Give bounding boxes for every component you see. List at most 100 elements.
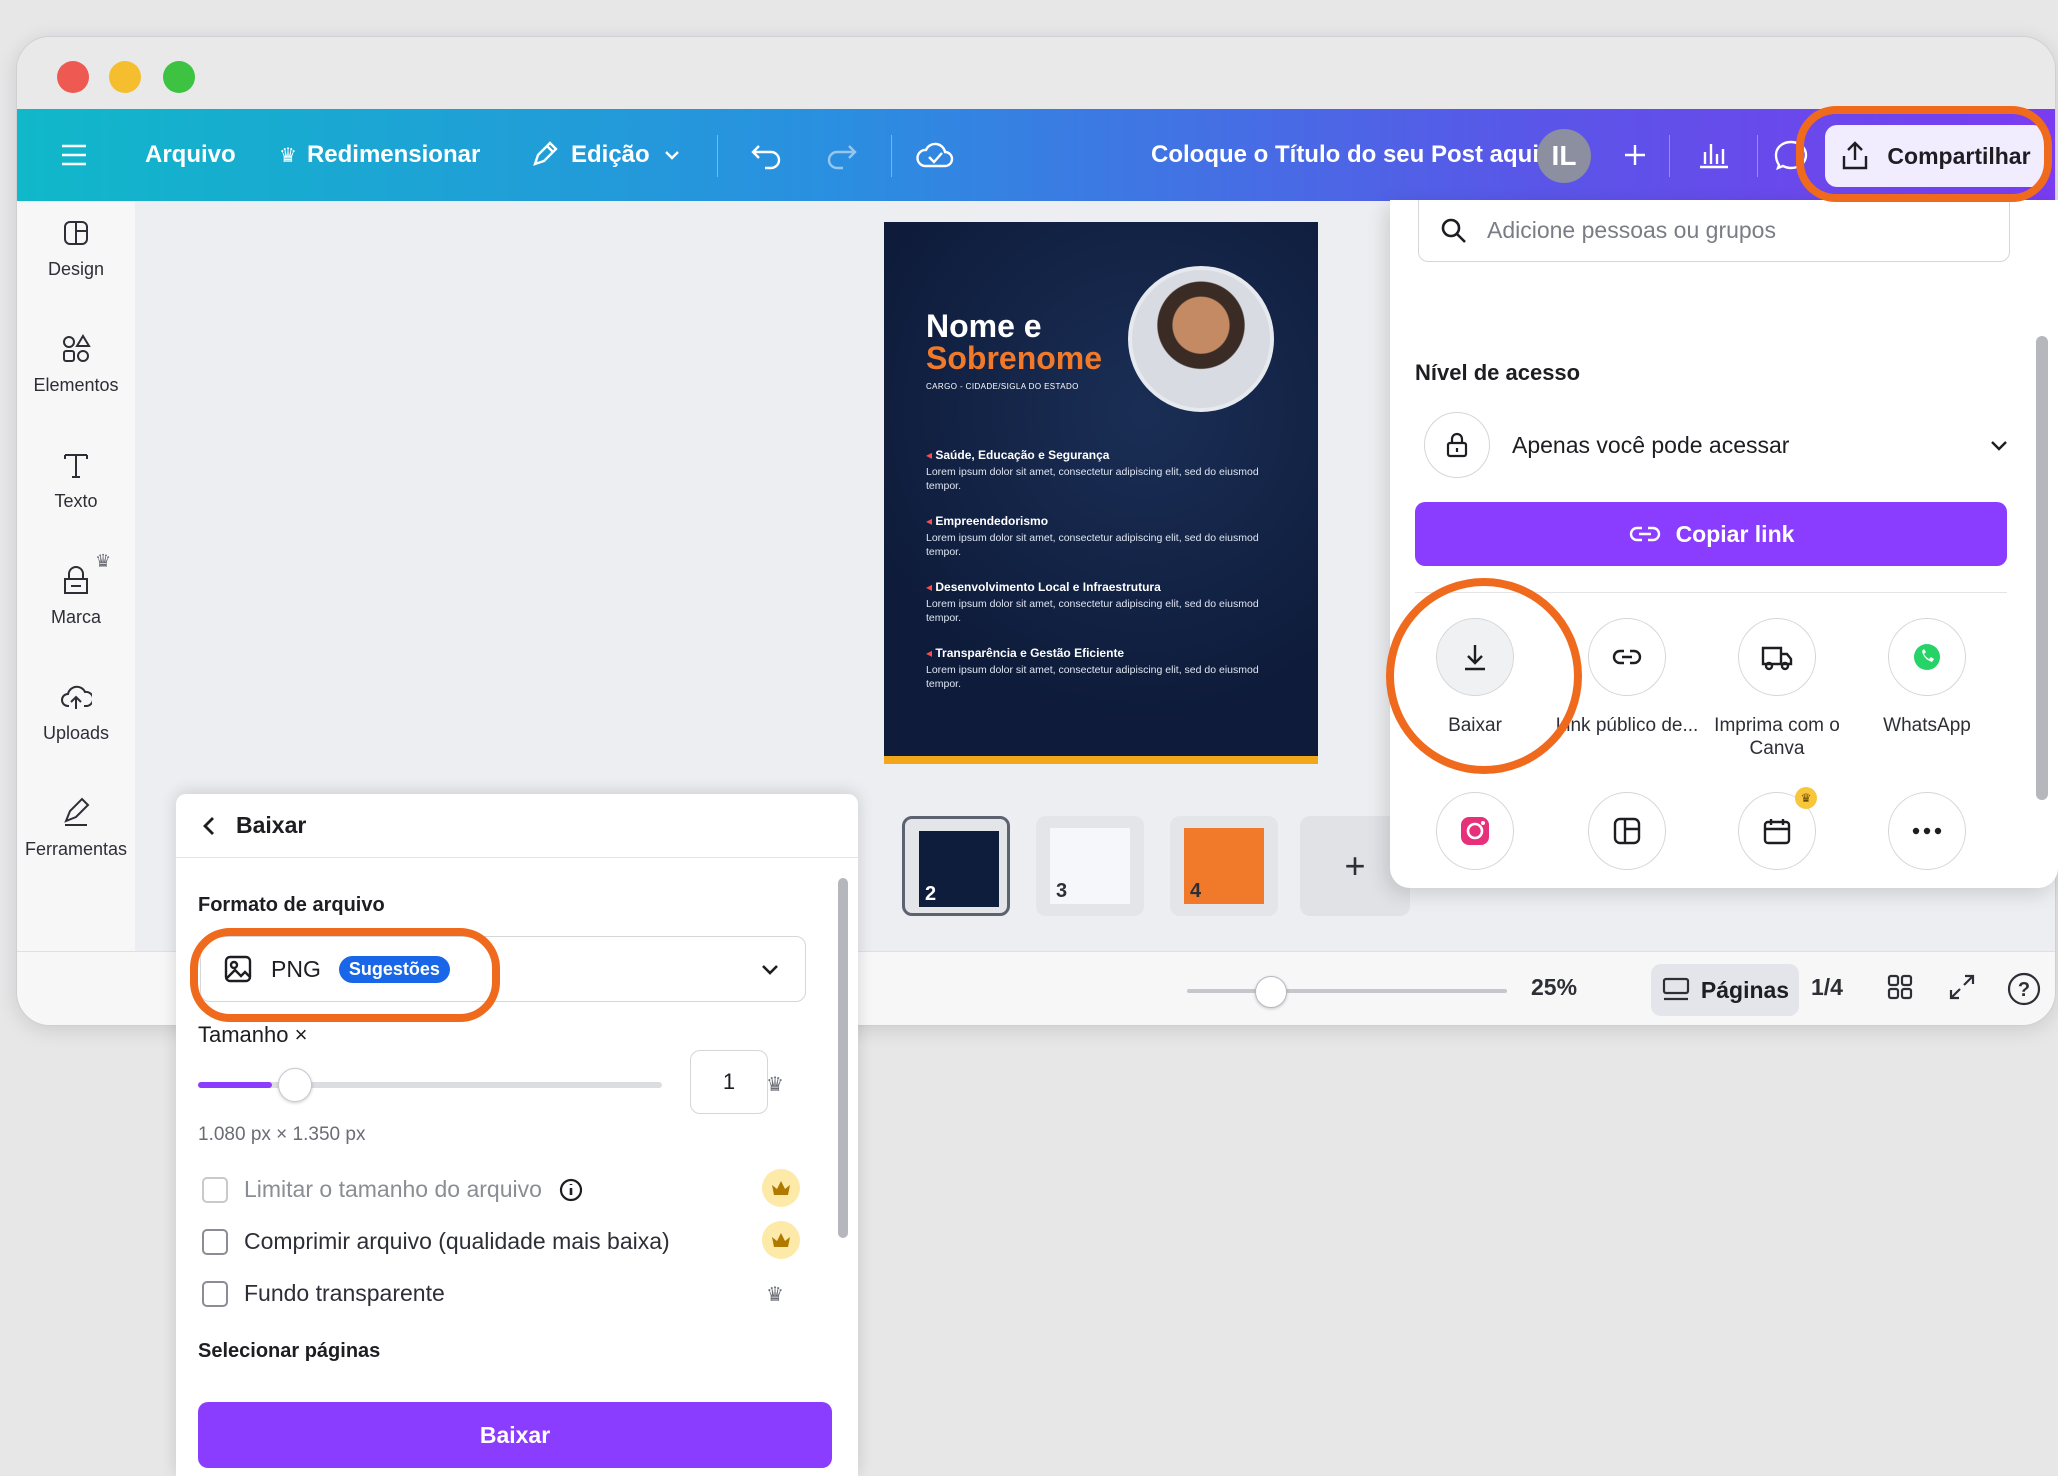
- close-window-button[interactable]: [57, 61, 89, 93]
- limit-size-checkbox[interactable]: Limitar o tamanho do arquivo: [202, 1176, 584, 1203]
- bullet-text: Lorem ipsum dolor sit amet, consectetur …: [926, 466, 1259, 492]
- tools-icon: [64, 797, 90, 826]
- transparent-bg-checkbox[interactable]: Fundo transparente: [202, 1280, 445, 1307]
- design-icon: [64, 221, 88, 245]
- design-title[interactable]: Coloque o Título do seu Post aqui: [1151, 109, 1539, 201]
- sidebar-item-design[interactable]: Design: [17, 217, 135, 280]
- design-name-line2: Sobrenome: [926, 340, 1103, 376]
- bullet-text: Lorem ipsum dolor sit amet, consectetur …: [926, 598, 1259, 624]
- download-button[interactable]: Baixar: [198, 1402, 832, 1468]
- share-panel-scrollbar[interactable]: [2036, 336, 2048, 800]
- pencil-icon: [533, 141, 558, 166]
- pages-label: Páginas: [1700, 976, 1790, 1003]
- download-panel-scrollbar[interactable]: [838, 878, 848, 1238]
- page-thumbnail[interactable]: 3: [1036, 816, 1144, 916]
- instagram-icon: [1436, 792, 1514, 870]
- bar-chart-icon: [1700, 144, 1728, 169]
- sidebar-item-text[interactable]: Texto: [17, 449, 135, 512]
- copy-link-button[interactable]: Copiar link: [1415, 502, 2007, 566]
- avatar[interactable]: IL: [1537, 129, 1591, 183]
- design-bottom-stripe: [884, 756, 1318, 764]
- crown-icon: ♛: [1795, 787, 1817, 809]
- access-level-value: Apenas você pode acessar: [1512, 431, 1790, 458]
- share-option-print[interactable]: Imprima com o Canva: [1702, 618, 1852, 760]
- page-counter[interactable]: 1/4: [1811, 974, 1843, 1001]
- share-option-label: WhatsApp: [1883, 715, 1971, 736]
- redo-icon: [827, 145, 857, 170]
- design-page-preview[interactable]: Nome e Sobrenome CARGO - CIDADE/SIGLA DO…: [884, 222, 1318, 764]
- bullet-title: Saúde, Educação e Segurança: [926, 448, 1266, 462]
- redo-button[interactable]: [823, 109, 859, 201]
- design-bullet: Empreendedorismo Lorem ipsum dolor sit a…: [926, 514, 1266, 559]
- title-bar: [17, 37, 2055, 109]
- design-bullet: Transparência e Gestão Eficiente Lorem i…: [926, 646, 1266, 691]
- compress-checkbox[interactable]: Comprimir arquivo (qualidade mais baixa): [202, 1228, 670, 1255]
- file-format-label: Formato de arquivo: [198, 894, 385, 916]
- fullscreen-button[interactable]: [1947, 972, 1977, 1008]
- text-icon: [64, 454, 88, 478]
- sidebar-item-label: Texto: [54, 491, 98, 511]
- menu-button[interactable]: [59, 109, 89, 201]
- zoom-slider-handle[interactable]: [1255, 976, 1287, 1008]
- share-option-whatsapp[interactable]: WhatsApp: [1852, 618, 2002, 737]
- crown-icon: [762, 1169, 800, 1207]
- minimize-window-button[interactable]: [109, 61, 141, 93]
- download-panel-back[interactable]: Baixar: [176, 794, 858, 858]
- resize-button[interactable]: ♛ Redimensionar: [279, 109, 480, 201]
- chevron-down-icon: [1991, 441, 2007, 451]
- help-button[interactable]: ?: [2007, 972, 2041, 1012]
- plus-icon: +: [1344, 845, 1366, 886]
- elements-icon: [63, 334, 91, 362]
- save-status-button[interactable]: [915, 109, 955, 201]
- zoom-slider-track[interactable]: [1187, 989, 1507, 993]
- sidebar-item-tools[interactable]: Ferramentas: [17, 797, 135, 860]
- checkbox-label: Limitar o tamanho do arquivo: [244, 1176, 542, 1202]
- svg-text:?: ?: [2018, 979, 2030, 1001]
- more-icon: [1888, 792, 1966, 870]
- link-icon: [1588, 618, 1666, 696]
- size-slider-track[interactable]: [198, 1082, 662, 1088]
- share-search-input[interactable]: Adicione pessoas ou grupos: [1418, 200, 2010, 262]
- toolbar-divider: [1669, 135, 1670, 177]
- search-icon: [1441, 218, 1466, 243]
- checkbox-box: [202, 1176, 228, 1203]
- chevron-down-icon: [664, 151, 679, 160]
- edit-mode-button[interactable]: Edição: [529, 109, 682, 201]
- share-option-schedule[interactable]: ♛: [1702, 787, 1852, 870]
- insights-button[interactable]: [1697, 109, 1731, 201]
- toolbar-divider: [891, 135, 892, 177]
- bullet-title: Empreendedorismo: [926, 514, 1266, 528]
- highlight-circle: [1796, 106, 2052, 202]
- chevron-down-icon: [762, 965, 778, 975]
- page-thumbnail[interactable]: 2: [902, 816, 1010, 916]
- highlight-circle: [190, 928, 500, 1022]
- share-option-template[interactable]: [1552, 792, 1702, 870]
- sidebar-item-elements[interactable]: Elementos: [17, 333, 135, 396]
- undo-button[interactable]: [749, 109, 785, 201]
- size-slider-handle[interactable]: [278, 1068, 312, 1102]
- grid-view-button[interactable]: [1885, 972, 1915, 1008]
- access-level-dropdown[interactable]: Apenas você pode acessar: [1424, 412, 2010, 478]
- zoom-level[interactable]: 25%: [1531, 974, 1577, 1001]
- share-option-instagram[interactable]: [1400, 792, 1550, 870]
- share-option-more[interactable]: [1852, 792, 2002, 870]
- thumbnail-page-number: 4: [1190, 880, 1202, 902]
- page-thumbnail[interactable]: 4: [1170, 816, 1278, 916]
- checkbox-label: Fundo transparente: [244, 1280, 445, 1306]
- chevron-left-icon: [203, 816, 214, 835]
- upload-cloud-icon: [61, 685, 92, 709]
- sidebar-item-uploads[interactable]: Uploads: [17, 681, 135, 744]
- crown-icon: [762, 1221, 800, 1259]
- pages-button[interactable]: Páginas: [1651, 964, 1799, 1016]
- dimensions-text: 1.080 px × 1.350 px: [198, 1124, 366, 1145]
- template-icon: [1588, 792, 1666, 870]
- size-input[interactable]: 1: [690, 1050, 768, 1114]
- file-menu[interactable]: Arquivo: [145, 109, 236, 201]
- add-collaborator-button[interactable]: [1621, 109, 1649, 201]
- truck-icon: [1738, 618, 1816, 696]
- sidebar-item-brand[interactable]: ♛ Marca: [17, 551, 135, 628]
- cloud-check-icon: [916, 142, 954, 168]
- maximize-window-button[interactable]: [163, 61, 195, 93]
- candidate-photo: [1128, 266, 1274, 412]
- size-slider-fill: [198, 1082, 273, 1088]
